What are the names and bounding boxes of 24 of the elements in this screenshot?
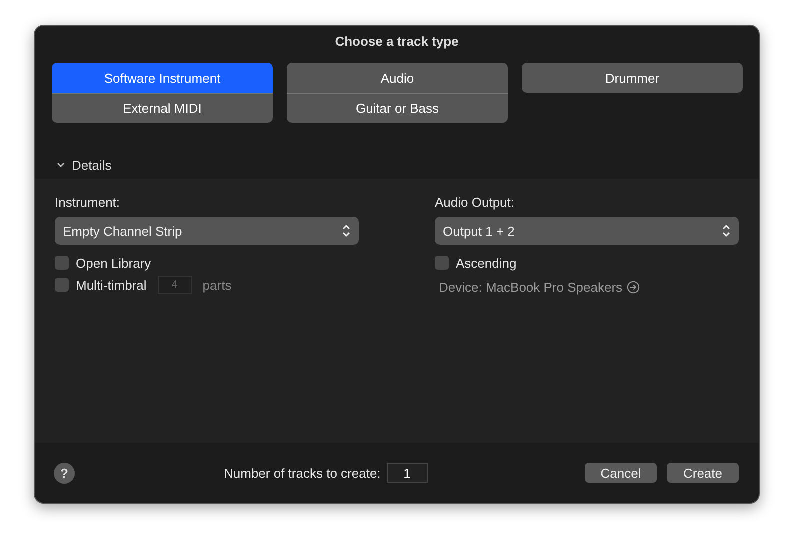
track-type-button[interactable]: Software Instrument [52, 63, 273, 93]
checkbox-label[interactable]: Ascending [456, 256, 517, 270]
track-type-button[interactable]: Guitar or Bass [287, 93, 508, 123]
dialog-title: Choose a track type [335, 34, 459, 49]
checkbox[interactable] [55, 256, 69, 270]
popup-menu[interactable]: Output 1 + 2 [435, 217, 739, 245]
updown-icon [342, 224, 351, 238]
dialog-button[interactable]: Create [667, 463, 739, 483]
parts-label: parts [202, 278, 232, 292]
chevron-icon[interactable] [56, 160, 66, 170]
section-label: Audio Output: [435, 195, 516, 210]
section-label: Instrument: [55, 195, 122, 210]
popup-menu[interactable]: Empty Channel Strip [55, 217, 359, 245]
dialog-button[interactable]: Cancel [585, 463, 657, 483]
track-type-button[interactable]: External MIDI [52, 93, 273, 123]
track-type-button[interactable]: Drummer [522, 63, 743, 93]
updown-icon [722, 224, 731, 238]
checkbox[interactable] [435, 256, 449, 270]
track-type-button[interactable]: Audio [287, 63, 508, 93]
details-label[interactable]: Details [72, 158, 112, 172]
help-button[interactable]: ? [54, 462, 75, 484]
count-field[interactable]: 1 [386, 463, 428, 483]
checkbox-label[interactable]: Open Library [76, 256, 152, 270]
count-label: Number of tracks to create: [224, 466, 381, 480]
